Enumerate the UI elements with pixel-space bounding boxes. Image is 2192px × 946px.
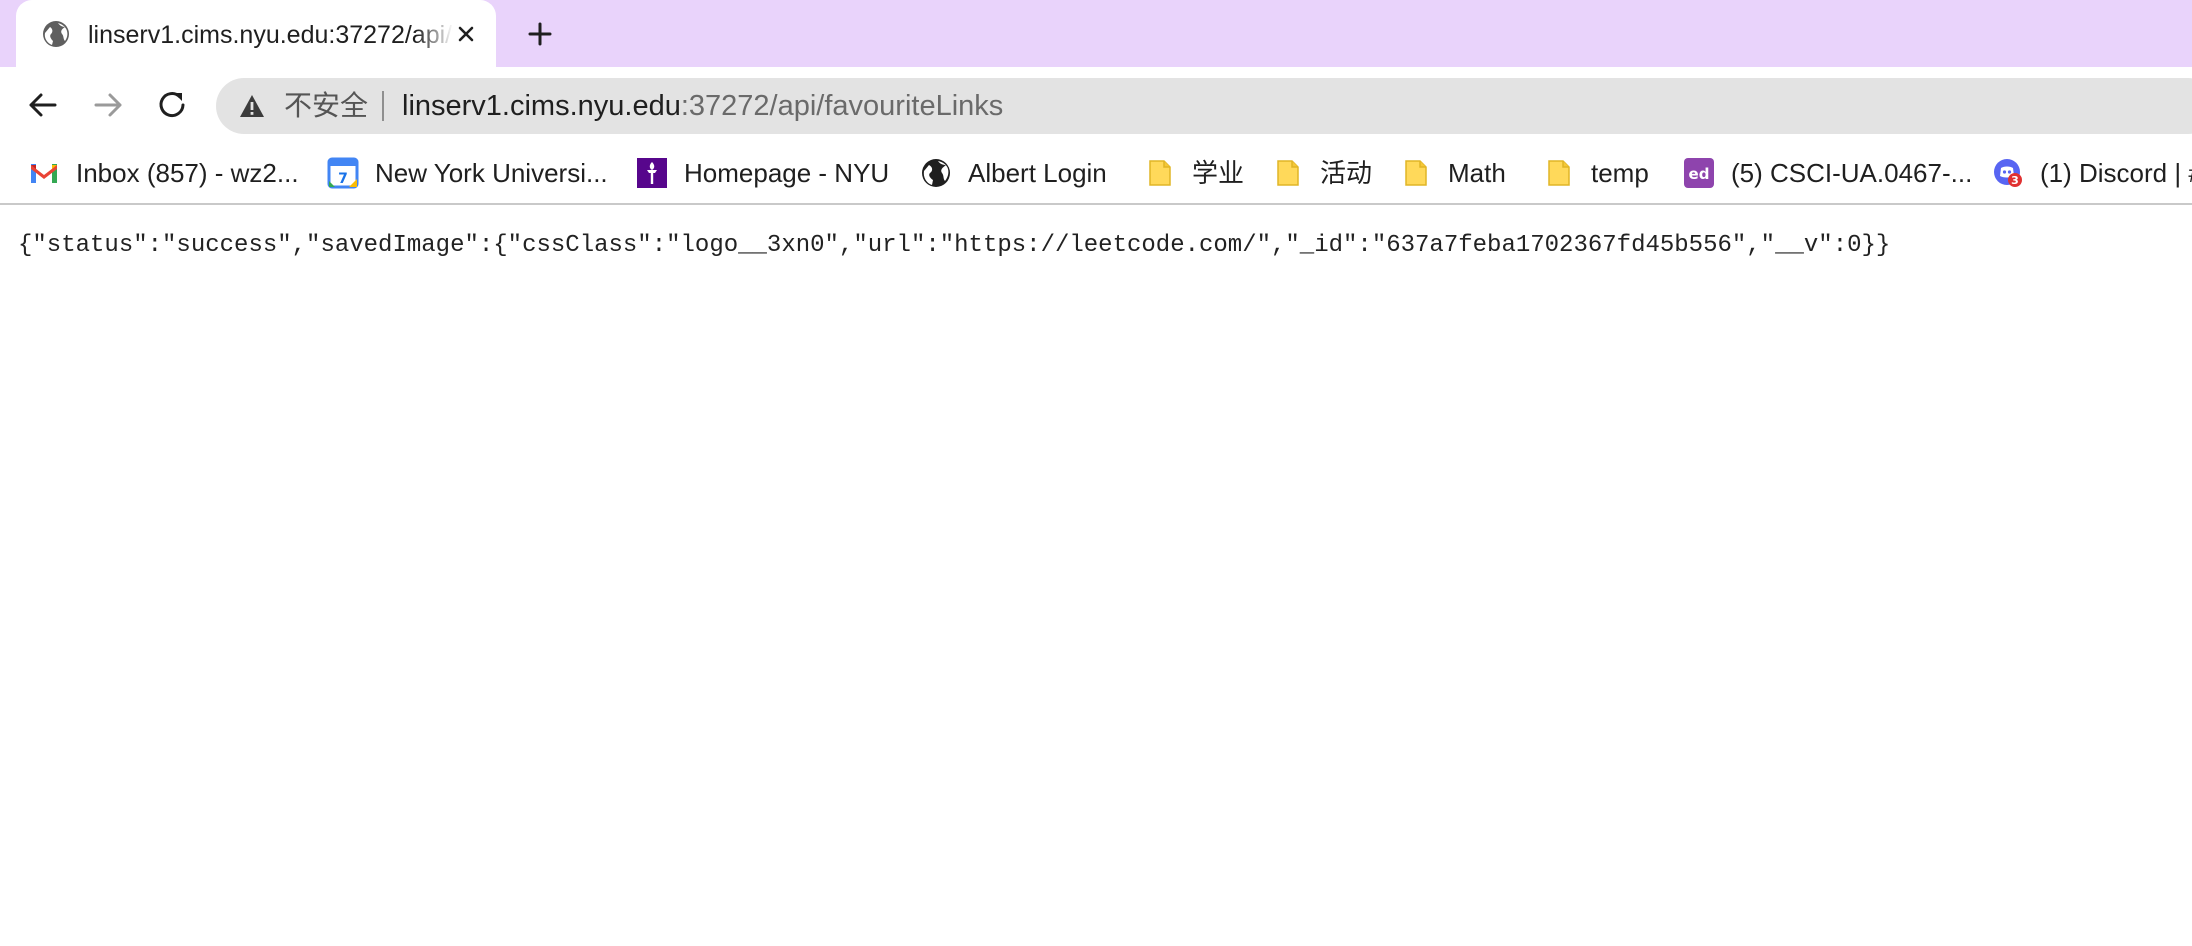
browser-tab-active[interactable]: linserv1.cims.nyu.edu:37272/api/favourit… [16,0,496,67]
security-label[interactable]: 不安全 [284,88,368,124]
json-response-text: {"status":"success","savedImage":{"cssCl… [18,232,1891,259]
bookmark-nyu-calendar[interactable]: 7 New York Universi... [327,152,608,194]
bookmarks-bar: Inbox (857) - wz2... 7 New York Universi… [0,143,2192,205]
bookmark-label: New York Universi... [375,158,608,188]
globe-icon [43,21,69,47]
bookmark-gmail[interactable]: Inbox (857) - wz2... [28,152,299,194]
svg-text:ed: ed [1689,165,1710,183]
bookmark-label: Albert Login [968,158,1107,188]
bookmark-label: (5) CSCI-UA.0467-... [1731,158,1973,188]
calendar-icon: 7 [327,157,359,189]
tab-strip: linserv1.cims.nyu.edu:37272/api/favourit… [0,0,2192,67]
bookmark-label: Inbox (857) - wz2... [76,158,299,188]
bookmark-folder-temp[interactable]: temp [1543,152,1649,194]
folder-icon [1277,160,1299,186]
bookmark-albert-login[interactable]: Albert Login [920,152,1107,194]
new-tab-plus-icon[interactable] [518,16,562,52]
bookmark-label: (1) Discord | # [2040,158,2192,188]
bookmark-nyu-homepage[interactable]: Homepage - NYU [636,152,889,194]
bookmark-folder-huodong[interactable]: 活动 [1272,152,1372,194]
close-icon[interactable] [450,18,482,50]
tab-title: linserv1.cims.nyu.edu:37272/api/favourit… [88,21,453,49]
bookmark-label: Math [1448,158,1506,188]
reload-icon[interactable] [152,85,192,125]
arrow-left-icon[interactable] [23,85,63,125]
bookmark-folder-xueye[interactable]: 学业 [1144,152,1244,194]
ed-icon: ed [1684,158,1714,188]
omnibox-separator [382,91,384,121]
url-text[interactable]: linserv1.cims.nyu.edu:37272/api/favourit… [402,88,1003,124]
folder-icon [1548,160,1570,186]
folder-icon [1405,160,1427,186]
arrow-right-icon[interactable] [88,85,128,125]
notification-badge: 3 [2011,174,2019,187]
bookmark-ed-csci[interactable]: ed (5) CSCI-UA.0467-... [1683,152,1972,194]
address-bar[interactable]: 不安全 linserv1.cims.nyu.edu:37272/api/favo… [216,78,2192,134]
warning-triangle-icon[interactable] [238,92,266,120]
discord-icon: 3 [1994,159,2022,187]
gmail-icon [31,164,57,183]
globe-icon [922,159,950,187]
bookmark-label: 学业 [1192,158,1245,188]
folder-icon [1149,160,1171,186]
bookmark-label: temp [1591,158,1649,188]
browser-toolbar: 不安全 linserv1.cims.nyu.edu:37272/api/favo… [0,67,2192,143]
bookmark-discord[interactable]: 3 (1) Discord | # [1992,152,2192,194]
bookmark-folder-math[interactable]: Math [1400,152,1506,194]
bookmark-label: Homepage - NYU [684,158,890,188]
url-path: :37272/api/favouriteLinks [680,90,1004,122]
svg-text:7: 7 [338,171,348,187]
bookmark-label: 活动 [1320,158,1373,188]
url-host: linserv1.cims.nyu.edu [402,90,681,122]
nyu-torch-icon [637,158,667,188]
